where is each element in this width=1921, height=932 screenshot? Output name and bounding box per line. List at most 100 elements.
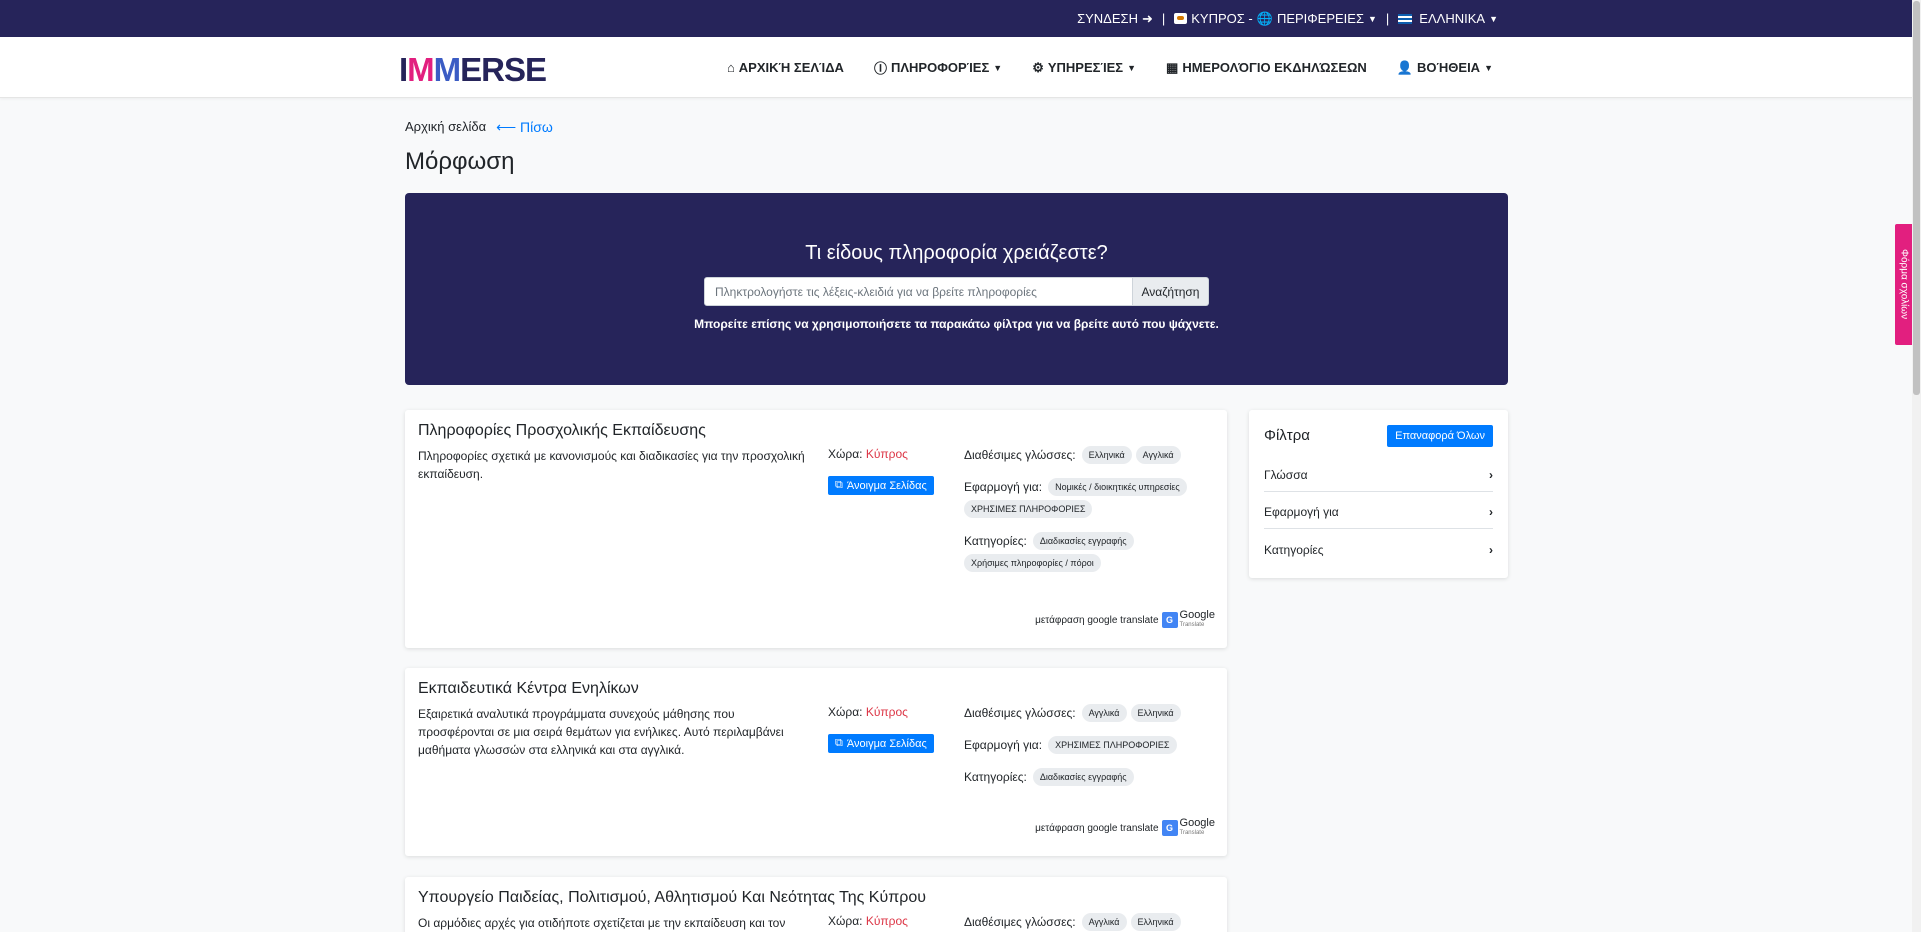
user-check-icon: 👤: [1396, 59, 1414, 75]
card-description: Πληροφορίες σχετικά με κανονισμούς και δ…: [418, 449, 805, 481]
language-tag: Αγγλικά: [1081, 704, 1127, 722]
translation-label: μετάφραση google translate: [1035, 614, 1159, 626]
external-link-icon: ⧉: [835, 479, 843, 491]
top-utility-bar: ΣΥΝΔΕΣΗ ➜ | ΚΥΠΡΟΣ - 🌐 ΠΕΡΙΦΕΡΕΙΕΣ ▼ | Ε…: [0, 0, 1921, 37]
google-wordmark: Google Translate: [1180, 818, 1215, 838]
feedback-form-tab[interactable]: Φόρμα σχολίων: [1895, 224, 1913, 345]
result-card: Υπουργείο Παιδείας, Πολιτισμού, Αθλητισμ…: [405, 877, 1227, 932]
language-tag: Ελληνικά: [1081, 446, 1132, 464]
category-tag: Διαδικασίες εγγραφής: [1032, 532, 1134, 550]
google-translate-logo: G Google Translate: [1161, 818, 1215, 838]
back-link[interactable]: ⟵ Πίσω: [496, 119, 553, 136]
nav-info-label: ΠΛΗΡΟΦΟΡΊΕΣ: [890, 60, 990, 75]
applies-label: Εφαρμογή για:: [964, 738, 1043, 752]
open-page-button[interactable]: ⧉ Άνοιγμα Σελίδας: [828, 734, 934, 753]
categories-row: Κατηγορίες: Διαδικασίες εγγραφής Χρήσιμε…: [964, 532, 1224, 572]
category-tag: Διαδικασίες εγγραφής: [1032, 768, 1134, 786]
languages-row: Διαθέσιμες γλώσσες: Αγγλικά Ελληνικά: [964, 704, 1224, 722]
nav-services[interactable]: ⚙ ΥΠΗΡΕΣΊΕΣ ▼: [1032, 58, 1136, 77]
languages-label: Διαθέσιμες γλώσσες:: [964, 706, 1076, 720]
login-label: ΣΥΝΔΕΣΗ: [1077, 11, 1138, 26]
applies-row: Εφαρμογή για: ΧΡΗΣΙΜΕΣ ΠΛΗΡΟΦΟΡΙΕΣ: [964, 736, 1224, 754]
categories-label: Κατηγορίες:: [964, 534, 1027, 548]
nav-services-label: ΥΠΗΡΕΣΊΕΣ: [1047, 60, 1124, 75]
chevron-down-icon: ▼: [993, 62, 1003, 73]
nav-help[interactable]: 👤 ΒΟΉΘΕΙΑ ▼: [1397, 58, 1493, 77]
card-country: Χώρα: Κύπρος: [828, 914, 908, 928]
page-title: Μόρφωση: [405, 148, 515, 175]
chevron-right-icon: ›: [1489, 543, 1493, 557]
separator: |: [1161, 11, 1166, 26]
language-selector[interactable]: ΕΛΛΗΝΙΚΑ ▼: [1398, 11, 1498, 26]
languages-row: Διαθέσιμες γλώσσες: Αγγλικά Ελληνικά: [964, 913, 1224, 931]
translate-icon: G: [1161, 612, 1178, 628]
filter-language[interactable]: Γλώσσα ›: [1264, 468, 1493, 492]
country-value: Κύπρος: [865, 914, 908, 928]
search-button[interactable]: Αναζήτηση: [1133, 277, 1209, 306]
search-hero: Τι είδους πληροφορία χρειάζεστε? Αναζήτη…: [405, 193, 1508, 385]
translation-label: μετάφραση google translate: [1035, 822, 1159, 834]
country-selector[interactable]: ΚΥΠΡΟΣ - 🌐 ΠΕΡΙΦΕΡΕΙΕΣ ▼: [1174, 11, 1377, 27]
country-label: Χώρα:: [828, 705, 863, 719]
card-description: Οι αρμόδιες αρχές για οτιδήποτε σχετίζετ…: [418, 916, 786, 930]
applies-row: Εφαρμογή για: Νομικές / διοικητικές υπηρ…: [964, 478, 1224, 518]
filter-applies-to[interactable]: Εφαρμογή για ›: [1264, 505, 1493, 529]
search-input[interactable]: [704, 277, 1133, 306]
nav-help-label: ΒΟΉΘΕΙΑ: [1417, 60, 1481, 75]
nav-calendar[interactable]: ▦ ΗΜΕΡΟΛΌΓΙΟ ΕΚΔΗΛΏΣΕΩΝ: [1166, 58, 1367, 77]
card-title[interactable]: Εκπαιδευτικά Κέντρα Ενηλίκων: [418, 680, 639, 698]
breadcrumb-home[interactable]: Αρχική σελίδα: [405, 119, 486, 136]
reset-all-button[interactable]: Επαναφορά Όλων: [1387, 425, 1493, 447]
translate-word: Translate: [1179, 622, 1205, 628]
chevron-down-icon: ▼: [1367, 13, 1377, 24]
language-tag: Αγγλικά: [1081, 913, 1127, 931]
breadcrumb: Αρχική σελίδα ⟵ Πίσω: [405, 119, 1508, 136]
card-title[interactable]: Πληροφορίες Προσχολικής Εκπαίδευσης: [418, 422, 706, 440]
info-icon: ⓘ: [873, 61, 887, 76]
language-tag: Αγγλικά: [1135, 446, 1181, 464]
gears-icon: ⚙: [1032, 59, 1044, 75]
applies-tag: ΧΡΗΣΙΜΕΣ ΠΛΗΡΟΦΟΡΙΕΣ: [1048, 736, 1177, 754]
sign-in-icon: ➜: [1141, 10, 1153, 26]
nav-calendar-label: ΗΜΕΡΟΛΌΓΙΟ ΕΚΔΗΛΏΣΕΩΝ: [1182, 60, 1367, 75]
translate-word: Translate: [1179, 830, 1205, 836]
language-tag: Ελληνικά: [1130, 913, 1181, 931]
card-title[interactable]: Υπουργείο Παιδείας, Πολιτισμού, Αθλητισμ…: [418, 889, 926, 907]
cyprus-flag-icon: [1174, 13, 1188, 24]
logo-part: I: [399, 51, 408, 88]
country-label: Χώρα:: [828, 914, 863, 928]
google-translate-attribution: μετάφραση google translate G Google Trans…: [1035, 818, 1215, 838]
category-tag: Χρήσιμες πληροφορίες / πόροι: [964, 554, 1101, 572]
google-wordmark: Google Translate: [1180, 610, 1215, 630]
open-page-button[interactable]: ⧉ Άνοιγμα Σελίδας: [828, 476, 934, 495]
open-page-label: Άνοιγμα Σελίδας: [846, 479, 927, 492]
categories-row: Κατηγορίες: Διαδικασίες εγγραφής: [964, 768, 1224, 786]
nav-info[interactable]: ⓘ ΠΛΗΡΟΦΟΡΊΕΣ ▼: [874, 58, 1002, 77]
chevron-down-icon: ▼: [1489, 13, 1498, 24]
filters-title: Φίλτρα: [1264, 427, 1310, 444]
filter-categories[interactable]: Κατηγορίες ›: [1264, 543, 1493, 566]
hero-hint: Μπορείτε επίσης να χρησιμοποιήσετε τα πα…: [694, 317, 1219, 331]
main-navbar: IMMERSE ⌂ ΑΡΧΙΚΉ ΣΕΛΊΔΑ ⓘ ΠΛΗΡΟΦΟΡΊΕΣ ▼ …: [0, 37, 1921, 98]
scrollbar[interactable]: [1912, 0, 1921, 932]
chevron-right-icon: ›: [1489, 468, 1493, 482]
immerse-logo[interactable]: IMMERSE: [399, 51, 547, 89]
greek-flag-icon: [1398, 13, 1413, 24]
language-label: ΕΛΛΗΝΙΚΑ: [1419, 11, 1486, 26]
applies-tag: Νομικές / διοικητικές υπηρεσίες: [1048, 478, 1187, 496]
card-meta: Διαθέσιμες γλώσσες: Αγγλικά Ελληνικά Εφα…: [964, 704, 1224, 795]
nav-home[interactable]: ⌂ ΑΡΧΙΚΉ ΣΕΛΊΔΑ: [727, 58, 844, 77]
google-translate-logo: G Google Translate: [1161, 610, 1215, 630]
chevron-right-icon: ›: [1489, 505, 1493, 519]
applies-label: Εφαρμογή για:: [964, 480, 1043, 494]
login-link[interactable]: ΣΥΝΔΕΣΗ ➜: [1077, 11, 1153, 27]
logo-part: M: [407, 51, 434, 88]
logo-part: ERSE: [460, 51, 547, 88]
languages-label: Διαθέσιμες γλώσσες:: [964, 448, 1076, 462]
hero-heading: Τι είδους πληροφορία χρειάζεστε?: [805, 242, 1108, 264]
language-tag: Ελληνικά: [1130, 704, 1181, 722]
applies-tag: ΧΡΗΣΙΜΕΣ ΠΛΗΡΟΦΟΡΙΕΣ: [964, 500, 1093, 518]
scrollbar-thumb[interactable]: [1913, 1, 1920, 395]
home-icon: ⌂: [726, 60, 735, 75]
country-label: ΚΥΠΡΟΣ -: [1191, 11, 1253, 26]
